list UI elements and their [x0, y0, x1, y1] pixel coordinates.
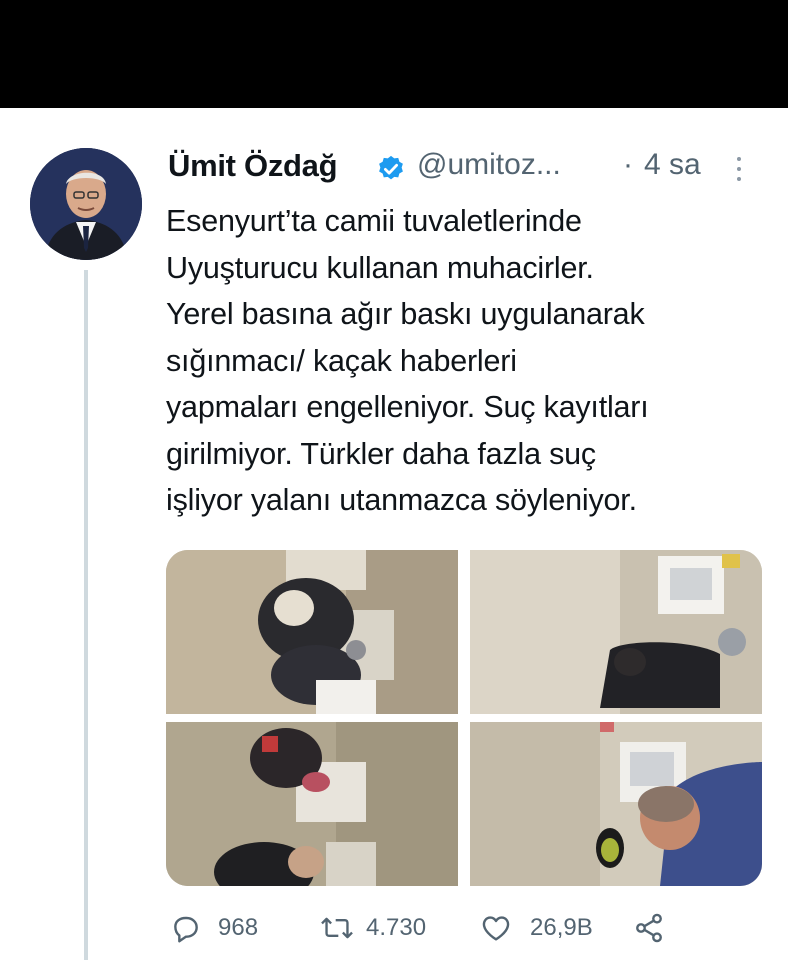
tweet-text-line: girilmiyor. Türkler daha fazla suç [166, 436, 596, 471]
retweet-button[interactable]: 4.730 [320, 906, 460, 950]
retweet-icon [321, 917, 353, 939]
tweet-text-line: Esenyurt’ta camii tuvaletlerinde [166, 204, 582, 238]
reply-count: 968 [218, 914, 259, 941]
heart-icon [482, 916, 510, 941]
thread-line [84, 270, 88, 960]
author-name[interactable]: Ümit Özdağ [168, 148, 338, 184]
media-photo-4[interactable] [470, 722, 762, 886]
tweet-text: Esenyurt’ta camii tuvaletlerinde Uyuştur… [166, 198, 776, 524]
media-photo-1[interactable] [166, 550, 458, 714]
top-black-bar [0, 0, 788, 108]
tweet-text-line: sığınmacı/ kaçak haberleri [166, 343, 517, 378]
tweet-header: Ümit Özdağ @umitoz... · 4 sa [168, 146, 768, 192]
share-button[interactable] [632, 906, 672, 950]
retweet-count: 4.730 [366, 914, 427, 941]
tweet-text-line: Uyuşturucu kullanan muhacirler. [166, 250, 594, 285]
media-grid [166, 550, 762, 886]
reply-button[interactable]: 968 [170, 906, 280, 950]
separator-dot: · [623, 148, 633, 181]
author-handle[interactable]: @umitoz... [417, 148, 561, 182]
verified-badge-icon [379, 155, 403, 180]
like-count: 26,9B [530, 914, 593, 941]
tweet-text-line: işliyor yalanı utanmazca söyleniyor. [166, 483, 637, 517]
reply-icon [174, 916, 198, 943]
tweet-actions: 968 4.730 26,9B [166, 906, 766, 950]
tweet-text-line: Yerel basına ağır baskı uygulanarak [166, 297, 645, 331]
media-photo-2[interactable] [470, 550, 762, 714]
avatar-portrait [30, 148, 142, 260]
author-avatar[interactable] [30, 148, 142, 260]
media-photo-3[interactable] [166, 722, 458, 886]
tweet-timestamp[interactable]: 4 sa [644, 148, 701, 182]
tweet-text-line: yapmaları engelleniyor. Suç kayıtları [166, 390, 649, 424]
like-button[interactable]: 26,9B [480, 906, 622, 950]
share-icon [636, 913, 662, 943]
more-vertical-icon[interactable] [734, 154, 744, 188]
